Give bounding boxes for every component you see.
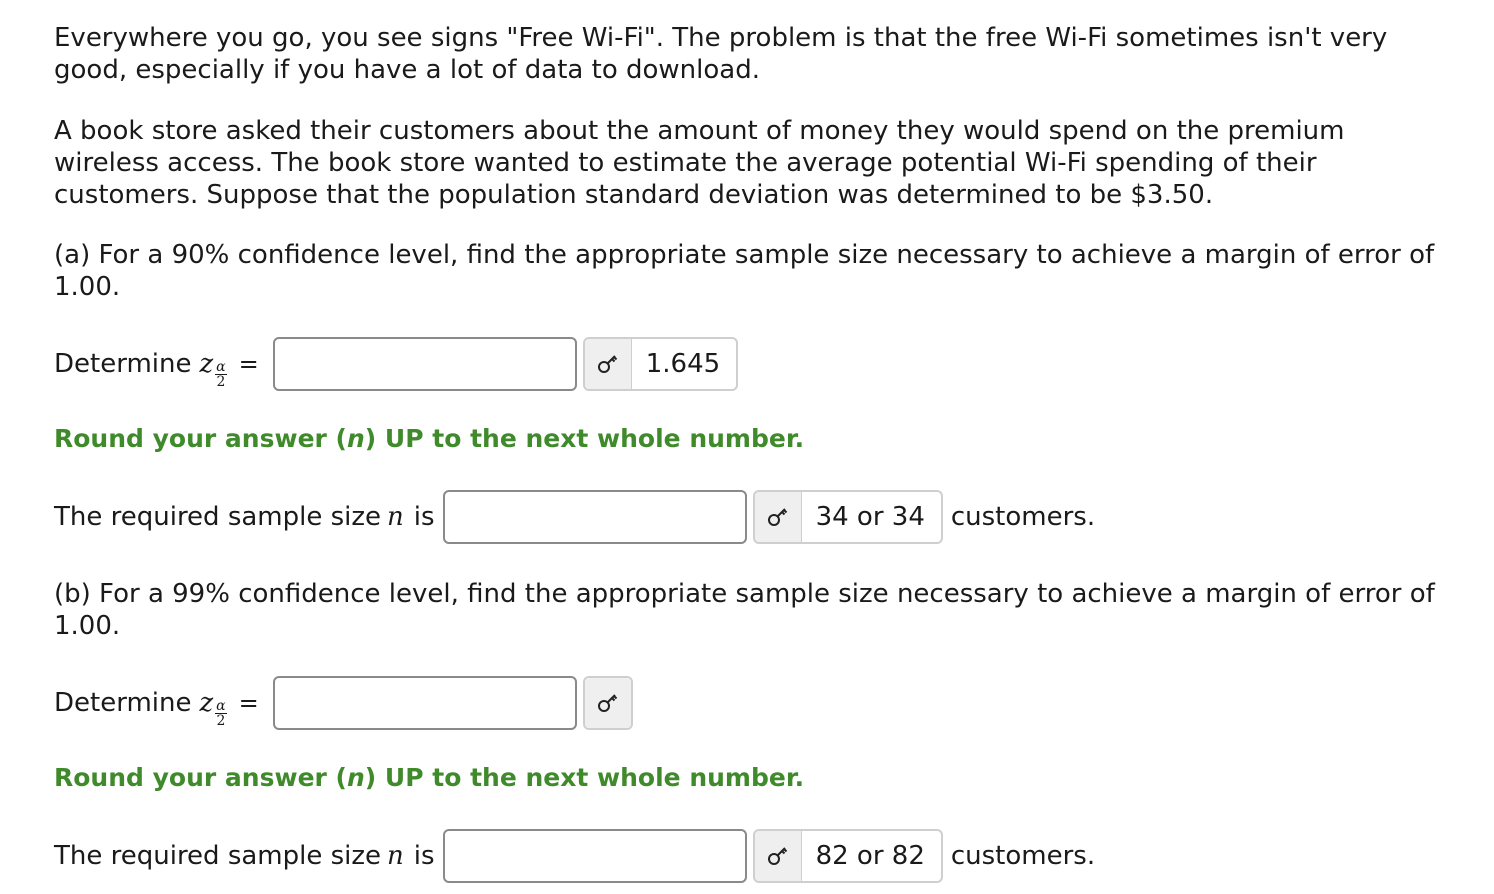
part-a-n-input[interactable] [442,490,747,544]
part-a-n-row: The required sample size n is 34 or 34 c… [54,487,1095,547]
part-b-n-answer-value: 82 or 82 [815,841,925,871]
part-b-z-input[interactable] [272,676,577,730]
part-a-n-is: is [413,502,435,532]
key-icon[interactable] [754,492,802,542]
part-b-n-suffix: customers. [950,841,1096,871]
part-a-z-input[interactable] [272,337,577,391]
part-b-z-label: Determine [54,688,192,718]
part-b-question: (b) For a 99% confidence level, find the… [54,579,1435,641]
part-a-n-answer-key: 34 or 34 [752,490,943,544]
part-a-z-answer-value: 1.645 [645,349,721,379]
z-alpha-over-2-symbol: z α 2 [199,688,227,729]
z-alpha-over-2-symbol: z α 2 [199,349,227,390]
part-b-n-input[interactable] [442,829,747,883]
equals-sign: = [238,689,259,717]
part-b-n-is: is [413,841,435,871]
part-a-question: (a) For a 90% confidence level, find the… [54,240,1435,302]
key-icon[interactable] [754,831,802,881]
part-a-z-row: Determine z α 2 = 1.645 [54,334,739,394]
key-icon[interactable] [584,339,632,389]
part-a-z-label: Determine [54,349,192,379]
part-a-n-answer-value: 34 or 34 [815,502,925,532]
n-symbol: n [387,502,404,532]
part-b-n-row: The required sample size n is 82 or 82 c… [54,826,1095,886]
part-a-n-suffix: customers. [950,502,1096,532]
intro-paragraph-2: A book store asked their customers about… [54,116,1345,210]
part-b-n-label: The required sample size [54,841,382,871]
part-a-n-label: The required sample size [54,502,382,532]
key-icon[interactable] [584,678,631,728]
part-b-z-answer-key [582,676,633,730]
part-b-z-row: Determine z α 2 = [54,673,633,733]
equals-sign: = [238,350,259,378]
intro-paragraph-1: Everywhere you go, you see signs "Free W… [54,23,1388,85]
part-b-rounding-hint: Round your answer (n) UP to the next who… [54,763,805,792]
part-a-z-answer-key: 1.645 [582,337,739,391]
part-a-rounding-hint: Round your answer (n) UP to the next who… [54,424,805,453]
part-b-n-answer-key: 82 or 82 [752,829,943,883]
n-symbol: n [387,841,404,871]
